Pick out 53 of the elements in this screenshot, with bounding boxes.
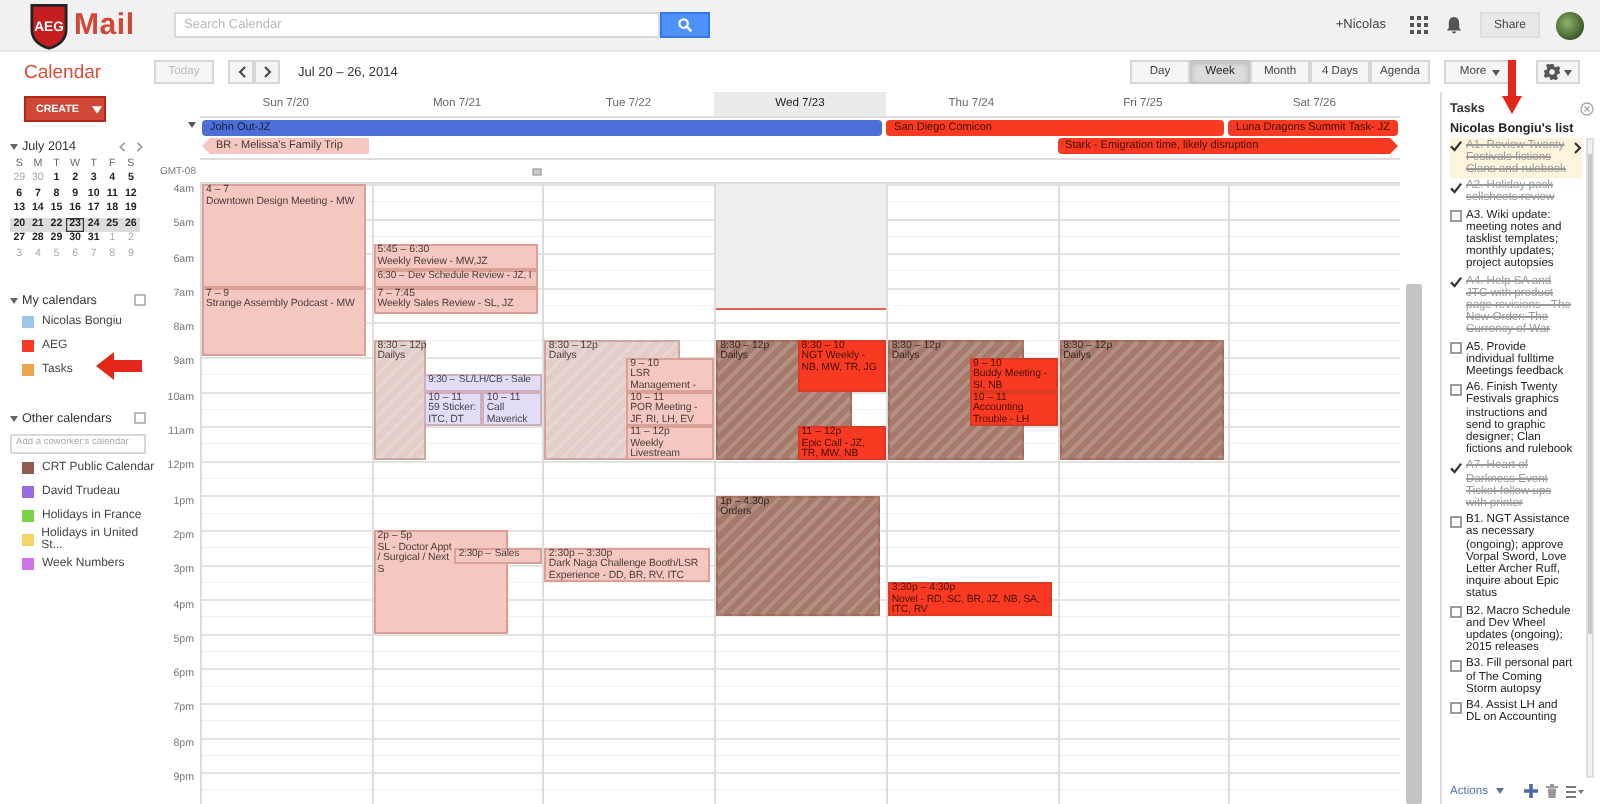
calendar-swatch[interactable] (22, 461, 34, 474)
chevron-left-icon[interactable] (118, 141, 126, 151)
previous-button[interactable] (228, 60, 254, 84)
search-button[interactable] (660, 12, 710, 38)
chevron-right-icon[interactable] (1574, 141, 1582, 153)
square-icon[interactable] (532, 167, 543, 175)
search-icon (678, 18, 692, 32)
arrow-icon (1502, 60, 1522, 114)
close-icon[interactable] (1580, 102, 1594, 116)
checkmark-icon[interactable] (1450, 276, 1462, 289)
logo-wordmark: Mail (74, 8, 135, 42)
checkbox[interactable] (1450, 342, 1462, 355)
checkbox[interactable] (1450, 659, 1462, 672)
app-title: Calendar (22, 61, 104, 83)
list-icon[interactable] (1566, 785, 1585, 797)
calendar-swatch[interactable] (22, 509, 34, 522)
scrollbar[interactable] (1406, 284, 1422, 804)
settings-button[interactable] (1536, 60, 1580, 84)
arrow-icon (96, 352, 142, 380)
caret-icon (92, 105, 103, 113)
checkmark-icon[interactable] (1450, 181, 1462, 194)
caret-icon[interactable] (188, 122, 196, 128)
caret-icon[interactable] (10, 415, 18, 422)
avatar[interactable] (1556, 11, 1584, 39)
plus-icon[interactable] (1524, 784, 1539, 798)
chevron-right-icon (263, 66, 271, 78)
bell-icon[interactable] (1445, 16, 1462, 34)
checkbox[interactable] (1450, 383, 1462, 396)
scrollbar[interactable] (1586, 138, 1594, 778)
checkmark-icon[interactable] (1450, 140, 1462, 152)
checkbox[interactable] (1450, 210, 1462, 223)
calendar-swatch[interactable] (22, 485, 34, 498)
caret-icon (1564, 69, 1572, 75)
caret-icon[interactable] (10, 143, 18, 149)
checkmark-icon[interactable] (1450, 461, 1462, 474)
caret-icon[interactable] (10, 297, 18, 304)
checkbox[interactable] (1450, 606, 1462, 619)
checkbox[interactable] (1450, 701, 1462, 714)
apps-icon[interactable] (1409, 16, 1428, 34)
calendar-swatch[interactable] (22, 363, 34, 376)
dropdown-button[interactable] (134, 294, 146, 307)
calendar-swatch[interactable] (22, 315, 34, 328)
calendar-swatch[interactable] (22, 557, 34, 570)
checkbox[interactable] (1450, 515, 1462, 528)
caret-icon[interactable] (1496, 788, 1505, 794)
dropdown-button[interactable] (134, 412, 146, 425)
next-button[interactable] (254, 60, 280, 84)
calendar-swatch[interactable] (22, 339, 34, 352)
calendar-swatch[interactable] (22, 533, 34, 546)
trash-icon[interactable] (1546, 784, 1559, 798)
caret-icon (1492, 69, 1501, 75)
settings-icon (1544, 64, 1560, 80)
chevron-left-icon (237, 66, 245, 78)
